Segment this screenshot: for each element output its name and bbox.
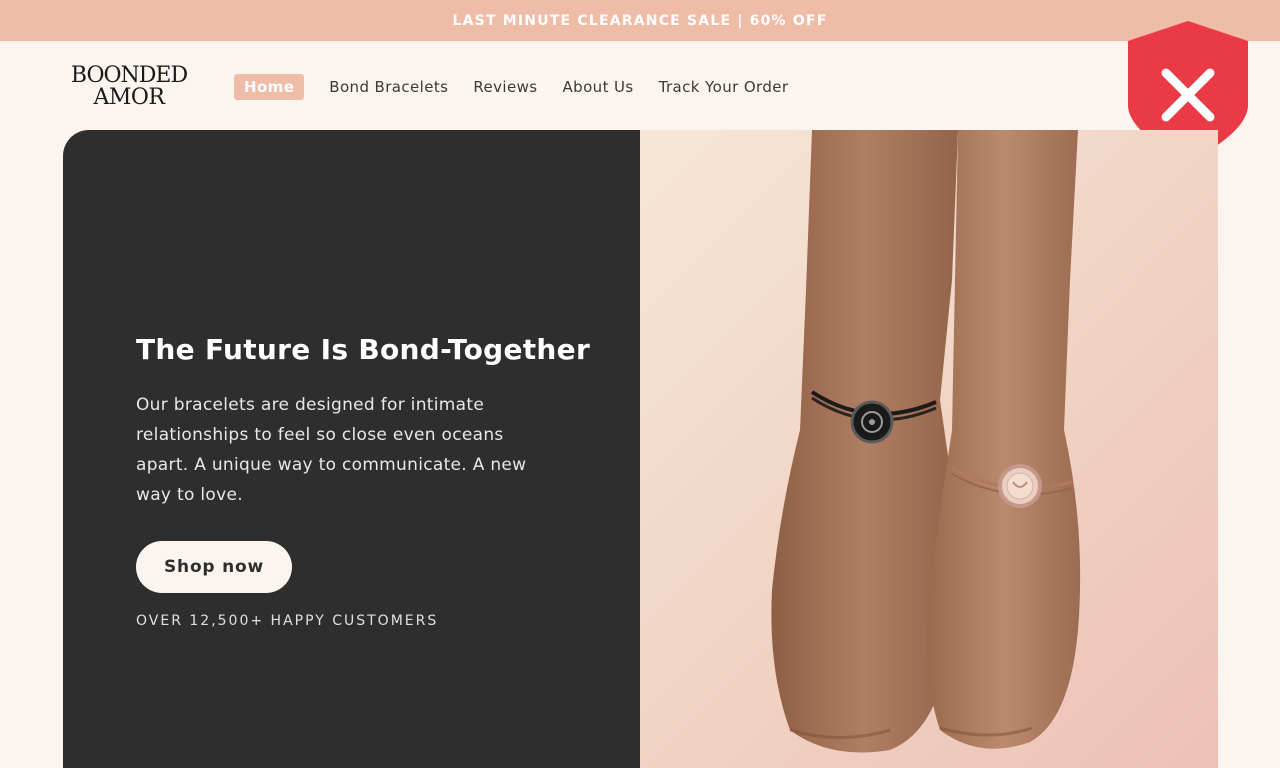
nav-item-track-order[interactable]: Track Your Order bbox=[659, 78, 789, 96]
announcement-bar: LAST MINUTE CLEARANCE SALE | 60% OFF bbox=[0, 0, 1280, 41]
brand-logo[interactable]: BOONDED AMOR bbox=[64, 65, 194, 111]
logo-line-1: BOONDED bbox=[70, 63, 188, 88]
main-nav: Home Bond Bracelets Reviews About Us Tra… bbox=[234, 74, 813, 100]
hero-description: Our bracelets are designed for intimate … bbox=[136, 395, 527, 505]
customers-count-text: OVER 12,500+ HAPPY CUSTOMERS bbox=[136, 613, 439, 629]
site-header: BOONDED AMOR Home Bond Bracelets Reviews… bbox=[0, 41, 1280, 130]
hero-title: The Future Is Bond-Together bbox=[136, 333, 591, 366]
shop-now-button[interactable]: Shop now bbox=[136, 541, 292, 593]
nav-item-reviews[interactable]: Reviews bbox=[473, 78, 537, 96]
announcement-text: LAST MINUTE CLEARANCE SALE | 60% OFF bbox=[452, 12, 828, 29]
hero-image bbox=[640, 130, 1218, 768]
hero-panel: The Future Is Bond-Together Our bracelet… bbox=[63, 130, 640, 768]
nav-item-bond-bracelets[interactable]: Bond Bracelets bbox=[329, 78, 448, 96]
nav-item-about-us[interactable]: About Us bbox=[563, 78, 634, 96]
nav-item-home[interactable]: Home bbox=[234, 74, 305, 100]
logo-line-2: AMOR bbox=[93, 85, 165, 110]
